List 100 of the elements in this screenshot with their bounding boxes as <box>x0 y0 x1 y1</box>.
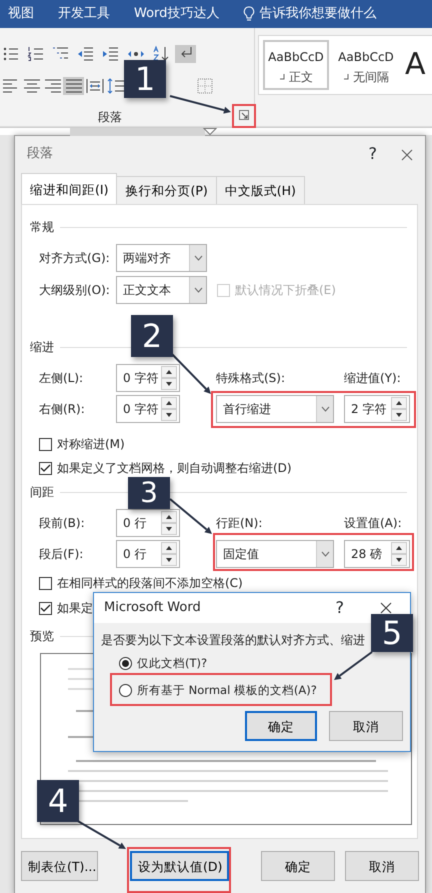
ribbon-tab[interactable]: Word技巧达人 <box>134 6 220 22</box>
arrow <box>334 651 373 680</box>
dialog-tab[interactable]: 中文版式(H) <box>216 176 305 204</box>
align-center-button[interactable] <box>21 77 42 95</box>
spin-up-button[interactable] <box>391 542 407 554</box>
borders-icon <box>196 77 214 95</box>
align-right-button[interactable] <box>42 77 63 95</box>
spin-field[interactable]: 0 行 <box>116 540 180 568</box>
dialog-button[interactable]: 确定 <box>245 711 317 742</box>
close-icon <box>401 148 413 161</box>
section-heading: 间距 <box>30 484 54 500</box>
checkmark-icon <box>40 604 51 612</box>
checkbox[interactable] <box>39 462 52 474</box>
alignment-dropdown[interactable]: 两端对齐 <box>116 244 207 272</box>
spin-field[interactable]: 2 字符 <box>344 395 410 423</box>
radio-button[interactable] <box>119 657 132 670</box>
radio-button[interactable] <box>119 684 132 698</box>
spin-down-button[interactable] <box>161 378 177 390</box>
lightbulb-icon <box>243 6 256 22</box>
distribute-button[interactable] <box>84 77 105 95</box>
checkbox[interactable] <box>39 438 52 450</box>
paragraph-mark-icon <box>279 74 285 82</box>
dialog-button[interactable]: 取消 <box>345 851 419 881</box>
ribbon-tab[interactable]: 视图 <box>8 6 34 22</box>
field-label: 缩进值(Y): <box>344 370 401 386</box>
line-spacing-icon <box>106 77 124 95</box>
arrow <box>169 498 212 534</box>
dialog-title: Microsoft Word <box>104 600 201 616</box>
dialog-button[interactable]: 确定 <box>261 851 335 881</box>
spin-field[interactable]: 0 行 <box>116 509 180 537</box>
radio-dot-icon <box>122 660 129 668</box>
checkbox[interactable] <box>39 576 52 590</box>
numbered-list-icon <box>26 45 44 63</box>
spin-field[interactable]: 28 磅 <box>344 540 410 568</box>
close-icon <box>380 602 392 614</box>
spin-down-button[interactable] <box>161 523 177 535</box>
field-label: 设置值(A): <box>344 516 402 530</box>
align-right-icon <box>44 77 62 95</box>
triangle-up-icon <box>396 401 402 405</box>
radio-label: 仅此文档(T)? <box>137 656 208 671</box>
triangle-down-icon <box>396 558 402 562</box>
spin-field[interactable]: 0 字符 <box>116 364 180 392</box>
triangle-up-icon <box>166 515 172 519</box>
triangle-down-icon <box>166 413 172 417</box>
triangle-up-icon <box>166 401 172 405</box>
close-button[interactable] <box>380 602 392 614</box>
checkbox-label: 对称缩进(M) <box>57 436 125 452</box>
help-button[interactable]: ? <box>368 142 377 166</box>
checkbox-label: 默认情况下折叠(E) <box>235 282 336 298</box>
field-label: 段后(F): <box>39 546 84 562</box>
checkbox-label: 如果定 <box>57 600 93 616</box>
triangle-down-icon <box>166 558 172 562</box>
spin-down-button[interactable] <box>391 409 407 421</box>
step-number: 5 <box>371 614 413 652</box>
group-label: 段落 <box>98 110 122 124</box>
spin-down-button[interactable] <box>161 409 177 421</box>
spin-up-button[interactable] <box>161 511 177 523</box>
spin-up-button[interactable] <box>161 542 177 554</box>
checkmark-icon <box>40 464 51 472</box>
spin-up-button[interactable] <box>161 366 177 378</box>
spin-down-button[interactable] <box>391 554 407 566</box>
justify-button[interactable] <box>63 77 84 95</box>
chevron-down-icon <box>320 406 330 412</box>
triangle-down-icon <box>166 382 172 386</box>
section-heading: 缩进 <box>30 340 54 354</box>
help-button[interactable]: ? <box>336 596 344 620</box>
spin-field[interactable]: 0 字符 <box>116 395 180 423</box>
dialog-button[interactable]: 制表位(T)... <box>21 851 98 881</box>
paragraph-return-button[interactable] <box>175 45 196 63</box>
step-number: 3 <box>128 477 170 509</box>
launcher-icon <box>239 110 249 120</box>
radio-label: 所有基于 Normal 模板的文档(A)? <box>137 684 317 698</box>
tell-me-search[interactable]: 告诉我你想要做什么 <box>259 6 376 22</box>
line-spacing-button[interactable] <box>105 77 126 95</box>
special-dropdown[interactable]: 首行缩进 <box>216 395 334 423</box>
increase-indent-button[interactable] <box>100 45 121 63</box>
arrow <box>170 95 231 114</box>
special-dropdown[interactable]: 固定值 <box>216 540 334 568</box>
dialog-button[interactable]: 取消 <box>329 711 403 742</box>
dialog-button[interactable]: 设为默认值(D) <box>130 851 229 881</box>
spin-up-button[interactable] <box>391 397 407 409</box>
dialog-launcher-button[interactable] <box>238 109 250 121</box>
arrow <box>76 819 126 849</box>
chevron-down-icon <box>194 287 202 293</box>
outline-level-dropdown[interactable]: 正文文本 <box>116 276 207 304</box>
style-tile[interactable]: AaBbCcD 正文 <box>263 40 329 90</box>
spin-down-button[interactable] <box>161 554 177 566</box>
checkbox[interactable] <box>39 602 52 614</box>
section-heading: 常规 <box>30 220 54 234</box>
field-label: 左侧(L): <box>39 370 84 386</box>
spin-up-button[interactable] <box>161 397 177 409</box>
triangle-up-icon <box>166 546 172 550</box>
field-label: 大纲级别(O): <box>39 282 111 298</box>
field-label: 行距(N): <box>216 516 264 530</box>
triangle-down-icon <box>166 527 172 531</box>
ribbon-tab[interactable]: 开发工具 <box>58 6 110 22</box>
chevron-down-icon <box>320 551 330 557</box>
numbered-list-button[interactable] <box>25 45 46 63</box>
dialog-tab[interactable]: 缩进和间距(I) <box>21 173 118 204</box>
step-number: 4 <box>37 780 79 822</box>
